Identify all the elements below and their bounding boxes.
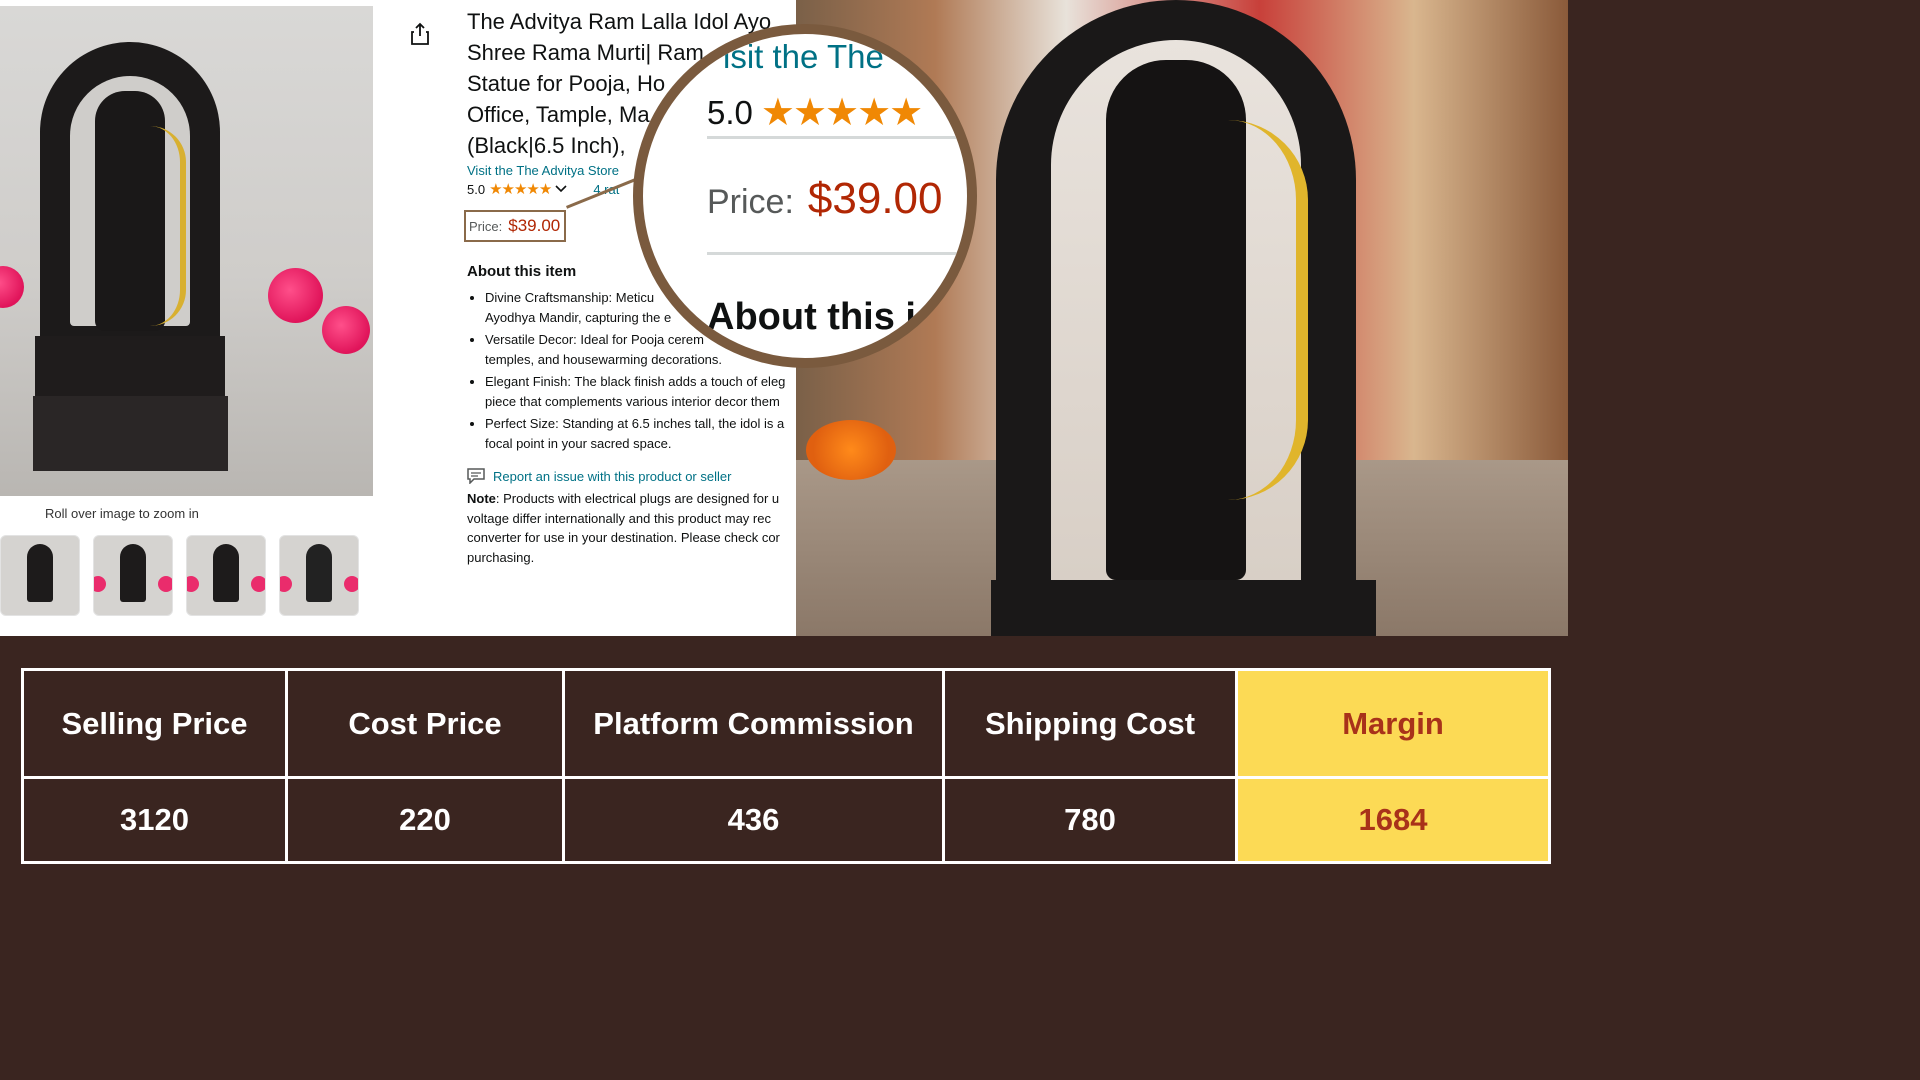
bullet-label: Versatile Decor: xyxy=(485,332,577,347)
idol-base-bottom xyxy=(33,396,228,471)
idol-base xyxy=(991,580,1376,636)
thumbnail-flower xyxy=(280,576,292,592)
thumbnail-idol xyxy=(306,544,332,602)
lens-rating-value: 5.0 xyxy=(707,93,753,131)
table-header-row: Selling Price Cost Price Platform Commis… xyxy=(21,668,1551,779)
header-platform-commission: Platform Commission xyxy=(562,668,945,779)
idol-bow xyxy=(1226,120,1308,500)
flower-decoration xyxy=(322,306,370,354)
about-title: About this item xyxy=(467,263,577,280)
main-product-image[interactable] xyxy=(0,6,373,496)
thumbnail-3[interactable] xyxy=(186,535,266,616)
bullet-text: Ayodhya Mandir, capturing the e xyxy=(485,310,672,325)
bullet-text: Standing at 6.5 inches tall, the idol is… xyxy=(558,416,785,431)
bullet-label: Elegant Finish: xyxy=(485,374,571,389)
star-rating-icon[interactable]: ★★★★★ xyxy=(489,180,552,198)
bullet-text: Ideal for Pooja cerem xyxy=(576,332,704,347)
report-issue[interactable]: Report an issue with this product or sel… xyxy=(467,468,731,484)
feature-bullet: Elegant Finish: The black finish adds a … xyxy=(485,372,830,412)
thumbnail-flower xyxy=(94,576,106,592)
thumbnail-strip xyxy=(0,535,359,616)
thumbnail-4[interactable] xyxy=(279,535,359,616)
lens-store-link: isit the The xyxy=(723,38,884,75)
share-icon[interactable] xyxy=(410,22,430,46)
bullet-text: temples, and housewarming decorations. xyxy=(485,352,723,367)
value-selling-price: 3120 xyxy=(21,776,288,864)
value-margin: 1684 xyxy=(1235,776,1551,864)
price-value: $39.00 xyxy=(508,216,561,235)
divider xyxy=(707,136,967,139)
thumbnail-idol xyxy=(27,544,53,602)
flower-decoration xyxy=(0,266,24,308)
lens-about-title: About this i xyxy=(707,296,916,338)
lens-price-label: Price: xyxy=(707,183,794,221)
thumbnail-flower xyxy=(187,576,199,592)
idol-base-top xyxy=(35,336,225,396)
idol-bow xyxy=(150,126,186,326)
star-rating-icon: ★★★★★ xyxy=(760,92,923,134)
lens-rating: 5.0 ★★★★★ xyxy=(707,90,923,135)
note: Note: Products with electrical plugs are… xyxy=(467,489,812,567)
header-cost-price: Cost Price xyxy=(285,668,565,779)
table-row: 3120 220 436 780 1684 xyxy=(21,776,1551,864)
bullet-label: Perfect Size: xyxy=(485,416,559,431)
header-shipping-cost: Shipping Cost xyxy=(942,668,1238,779)
thumbnail-flower xyxy=(344,576,358,592)
lens-price: Price: $39.00 xyxy=(707,174,943,224)
thumbnail-idol xyxy=(120,544,146,602)
idol-figure xyxy=(1106,60,1246,580)
value-shipping-cost: 780 xyxy=(942,776,1238,864)
price-box: Price: $39.00 xyxy=(464,210,567,242)
feature-bullet: Perfect Size: Standing at 6.5 inches tal… xyxy=(485,414,830,454)
bullet-text: Meticu xyxy=(612,290,655,305)
chevron-down-icon[interactable] xyxy=(555,185,567,193)
flower-decoration xyxy=(268,268,323,323)
zoom-lens: isit the The 5.0 ★★★★★ Price: $39.00 Abo… xyxy=(633,24,977,368)
note-label: Note xyxy=(467,491,496,506)
thumbnail-1[interactable] xyxy=(0,535,80,616)
thumbnail-idol xyxy=(213,544,239,602)
lens-price-value: $39.00 xyxy=(807,174,943,223)
report-issue-link[interactable]: Report an issue with this product or sel… xyxy=(493,469,731,484)
feedback-icon xyxy=(467,468,485,484)
divider xyxy=(707,252,967,255)
bullet-label: Divine Craftsmanship: xyxy=(485,290,613,305)
thumbnail-flower xyxy=(158,576,172,592)
price-label: Price: xyxy=(469,219,503,234)
thumbnail-flower xyxy=(251,576,265,592)
header-margin: Margin xyxy=(1235,668,1551,779)
zoom-hint: Roll over image to zoom in xyxy=(45,506,199,521)
bullet-text: focal point in your sacred space. xyxy=(485,436,672,451)
bullet-text: piece that complements various interior … xyxy=(485,394,780,409)
rating-value: 5.0 xyxy=(467,181,486,197)
header-selling-price: Selling Price xyxy=(21,668,288,779)
note-text: : Products with electrical plugs are des… xyxy=(467,491,780,565)
product-screenshot: Roll over image to zoom in The Advitya R… xyxy=(0,0,1568,636)
margin-table: Selling Price Cost Price Platform Commis… xyxy=(21,668,1551,864)
bullet-text: The black finish adds a touch of eleg xyxy=(571,374,786,389)
thumbnail-2[interactable] xyxy=(93,535,173,616)
marigold-flowers xyxy=(806,420,896,480)
value-platform-commission: 436 xyxy=(562,776,945,864)
value-cost-price: 220 xyxy=(285,776,565,864)
